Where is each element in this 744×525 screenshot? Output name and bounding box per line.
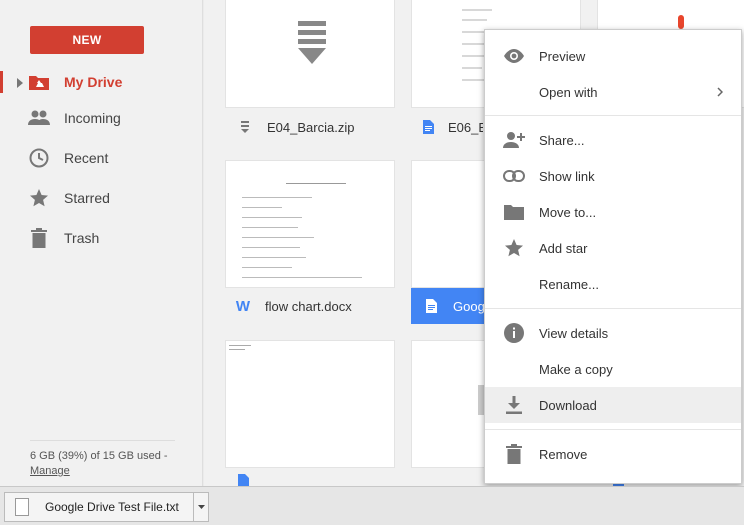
menu-item-view-details[interactable]: View details (485, 315, 741, 351)
chevron-right-icon (717, 85, 724, 100)
word-icon: W (235, 297, 251, 315)
file-name-partial[interactable] (235, 474, 375, 486)
menu-item-share[interactable]: Share... (485, 122, 741, 158)
file-thumbnail[interactable] (225, 160, 395, 288)
menu-item-rename[interactable]: Rename... (485, 266, 741, 302)
text-file-icon (15, 498, 29, 516)
file-name-flow-chart[interactable]: W flow chart.docx (235, 297, 400, 315)
sidebar-item-recent[interactable]: Recent (0, 140, 203, 176)
zip-icon (237, 121, 253, 133)
context-menu: Preview Open with Share... Show link Mov… (484, 29, 742, 484)
sidebar-item-label: Starred (64, 190, 110, 206)
manage-link[interactable]: Manage (30, 464, 175, 479)
sidebar: NEW My Drive Incoming Recent Starred Tra… (0, 0, 203, 486)
menu-item-show-link[interactable]: Show link (485, 158, 741, 194)
sidebar-item-trash[interactable]: Trash (0, 220, 203, 256)
link-icon (503, 165, 525, 187)
download-icon (503, 394, 525, 416)
sidebar-item-incoming[interactable]: Incoming (0, 100, 203, 136)
star-icon (28, 187, 50, 209)
menu-item-preview[interactable]: Preview (485, 38, 741, 74)
sidebar-item-starred[interactable]: Starred (0, 180, 203, 216)
menu-item-make-copy[interactable]: Make a copy (485, 351, 741, 387)
file-thumbnail[interactable] (225, 340, 395, 468)
sidebar-item-label: Incoming (64, 110, 121, 126)
storage-text: 6 GB (39%) of 15 GB used - (30, 450, 168, 462)
storage-info: 6 GB (39%) of 15 GB used - Manage (30, 440, 175, 479)
sidebar-item-my-drive[interactable]: My Drive (0, 64, 203, 100)
file-name-e04[interactable]: E04_Barcia.zip (237, 118, 397, 136)
download-file-name: Google Drive Test File.txt (45, 500, 179, 514)
menu-item-add-star[interactable]: Add star (485, 230, 741, 266)
zip-icon (298, 21, 326, 64)
menu-item-open-with[interactable]: Open with (485, 74, 741, 110)
chevron-down-icon (197, 505, 205, 509)
download-options-button[interactable] (194, 492, 209, 522)
doc-icon (423, 120, 434, 134)
drive-folder-icon (28, 71, 50, 93)
doc-icon (423, 299, 439, 313)
sidebar-item-label: Recent (64, 150, 109, 166)
star-icon (503, 237, 525, 259)
people-icon (28, 107, 50, 129)
eye-icon (503, 45, 525, 67)
menu-item-download[interactable]: Download (485, 387, 741, 423)
folder-icon (503, 201, 525, 223)
info-icon (503, 322, 525, 344)
add-person-icon (503, 129, 525, 151)
download-item[interactable]: Google Drive Test File.txt (4, 492, 194, 522)
file-name-e06[interactable]: E06_Ba (423, 118, 483, 136)
trash-icon (28, 227, 50, 249)
menu-item-move-to[interactable]: Move to... (485, 194, 741, 230)
menu-item-remove[interactable]: Remove (485, 436, 741, 472)
file-thumbnail[interactable] (225, 0, 395, 108)
download-bar: Google Drive Test File.txt (0, 486, 744, 525)
sidebar-item-label: Trash (64, 230, 100, 246)
trash-icon (503, 443, 525, 465)
clock-icon (28, 147, 50, 169)
doc-icon (235, 474, 251, 486)
sidebar-item-label: My Drive (64, 74, 123, 90)
new-button[interactable]: NEW (30, 26, 144, 54)
